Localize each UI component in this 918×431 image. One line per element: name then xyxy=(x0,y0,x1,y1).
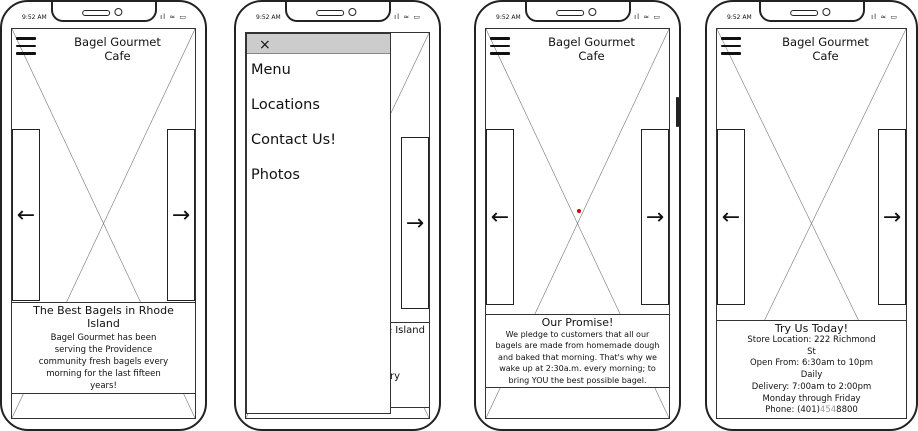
next-arrow-button[interactable]: → xyxy=(167,129,195,301)
screen-menu: → e Island en e every een × Menu Locatio… xyxy=(245,32,430,419)
prev-arrow-button[interactable]: ← xyxy=(12,129,40,301)
info-panel: Try Us Today! Store Location: 222 Richmo… xyxy=(717,320,906,418)
arrow-right-icon: → xyxy=(882,204,902,230)
phone-frame-menu: 9:52 AM ıl ≈ ▭ → e Island en e every een… xyxy=(234,0,441,431)
section-body: We pledge to customers that all our bagel… xyxy=(495,329,660,385)
arrow-right-icon: → xyxy=(645,204,665,230)
next-arrow-button[interactable]: → xyxy=(878,129,906,305)
menu-item-photos[interactable]: Photos xyxy=(251,167,300,183)
arrow-left-icon: ← xyxy=(721,204,741,230)
section-heading: Our Promise! xyxy=(541,315,614,329)
phone-notch xyxy=(524,2,631,22)
hamburger-menu-icon[interactable] xyxy=(721,37,741,55)
power-button xyxy=(676,97,679,127)
phone-number: Phone: (401)4548800 xyxy=(765,405,858,416)
phone-frame-promise: 9:52 AM ıl ≈ ▭ Bagel Gourmet Cafe ← → Our… xyxy=(474,0,681,431)
camera-icon xyxy=(821,8,830,16)
next-arrow-button[interactable]: → xyxy=(641,129,669,305)
peek-heading: e Island xyxy=(385,325,425,336)
arrow-right-icon: → xyxy=(171,202,191,228)
status-icons: ıl ≈ ▭ xyxy=(634,13,661,21)
menu-item-menu[interactable]: Menu xyxy=(251,62,291,78)
speaker-icon xyxy=(315,10,344,16)
status-time: 9:52 AM xyxy=(256,14,281,21)
phone-notch xyxy=(284,2,391,22)
status-time: 9:52 AM xyxy=(496,14,521,21)
side-menu: × Menu Locations Contact Us! Photos xyxy=(246,33,391,414)
arrow-left-icon: ← xyxy=(16,202,36,228)
prev-arrow-button[interactable]: ← xyxy=(486,129,514,305)
camera-icon xyxy=(587,8,596,16)
speaker-icon xyxy=(81,10,110,16)
menu-item-contact[interactable]: Contact Us! xyxy=(251,132,336,148)
hamburger-menu-icon[interactable] xyxy=(16,37,36,55)
info-panel: The Best Bagels in Rhode Island Bagel Go… xyxy=(12,302,195,394)
screen-promise: Bagel Gourmet Cafe ← → Our Promise! We pl… xyxy=(485,28,670,419)
section-heading: The Best Bagels in Rhode Island xyxy=(33,304,174,330)
cursor-dot xyxy=(577,209,581,213)
page-title: Bagel Gourmet Cafe xyxy=(548,35,635,63)
info-panel: Our Promise! We pledge to customers that… xyxy=(486,313,669,388)
status-icons: ıl ≈ ▭ xyxy=(394,13,421,21)
status-time: 9:52 AM xyxy=(727,14,752,21)
arrow-right-icon: → xyxy=(405,210,425,236)
section-body: Store Location: 222 Richmond St Open From:… xyxy=(723,335,900,417)
page-title: Bagel Gourmet Cafe xyxy=(782,35,869,63)
prev-arrow-button[interactable]: ← xyxy=(717,129,745,305)
speaker-icon xyxy=(789,10,818,16)
status-time: 9:52 AM xyxy=(22,14,47,21)
phone-notch xyxy=(758,2,865,22)
phone-frame-home: 9:52 AM ıl ≈ ▭ Bagel Gourmet Cafe ← → The… xyxy=(0,0,207,431)
speaker-icon xyxy=(555,10,584,16)
page-title: Bagel Gourmet Cafe xyxy=(74,35,161,63)
section-heading: Try Us Today! xyxy=(774,322,849,336)
camera-icon xyxy=(113,8,122,16)
phone-notch xyxy=(50,2,157,22)
hamburger-menu-icon[interactable] xyxy=(490,37,510,55)
status-icons: ıl ≈ ▭ xyxy=(160,13,187,21)
side-menu-header: × xyxy=(247,34,390,54)
arrow-left-icon: ← xyxy=(490,204,510,230)
close-icon[interactable]: × xyxy=(259,38,271,52)
screen-home: Bagel Gourmet Cafe ← → The Best Bagels in… xyxy=(11,28,196,419)
camera-icon xyxy=(347,8,356,16)
menu-item-locations[interactable]: Locations xyxy=(251,97,320,113)
screen-contact: Bagel Gourmet Cafe ← → Try Us Today! Stor… xyxy=(716,28,907,419)
section-body: Bagel Gourmet has been serving the Provid… xyxy=(38,333,169,391)
status-icons: ıl ≈ ▭ xyxy=(871,13,898,21)
next-arrow-button[interactable]: → xyxy=(401,137,429,309)
phone-frame-contact: 9:52 AM ıl ≈ ▭ Bagel Gourmet Cafe ← → Try… xyxy=(705,0,918,431)
